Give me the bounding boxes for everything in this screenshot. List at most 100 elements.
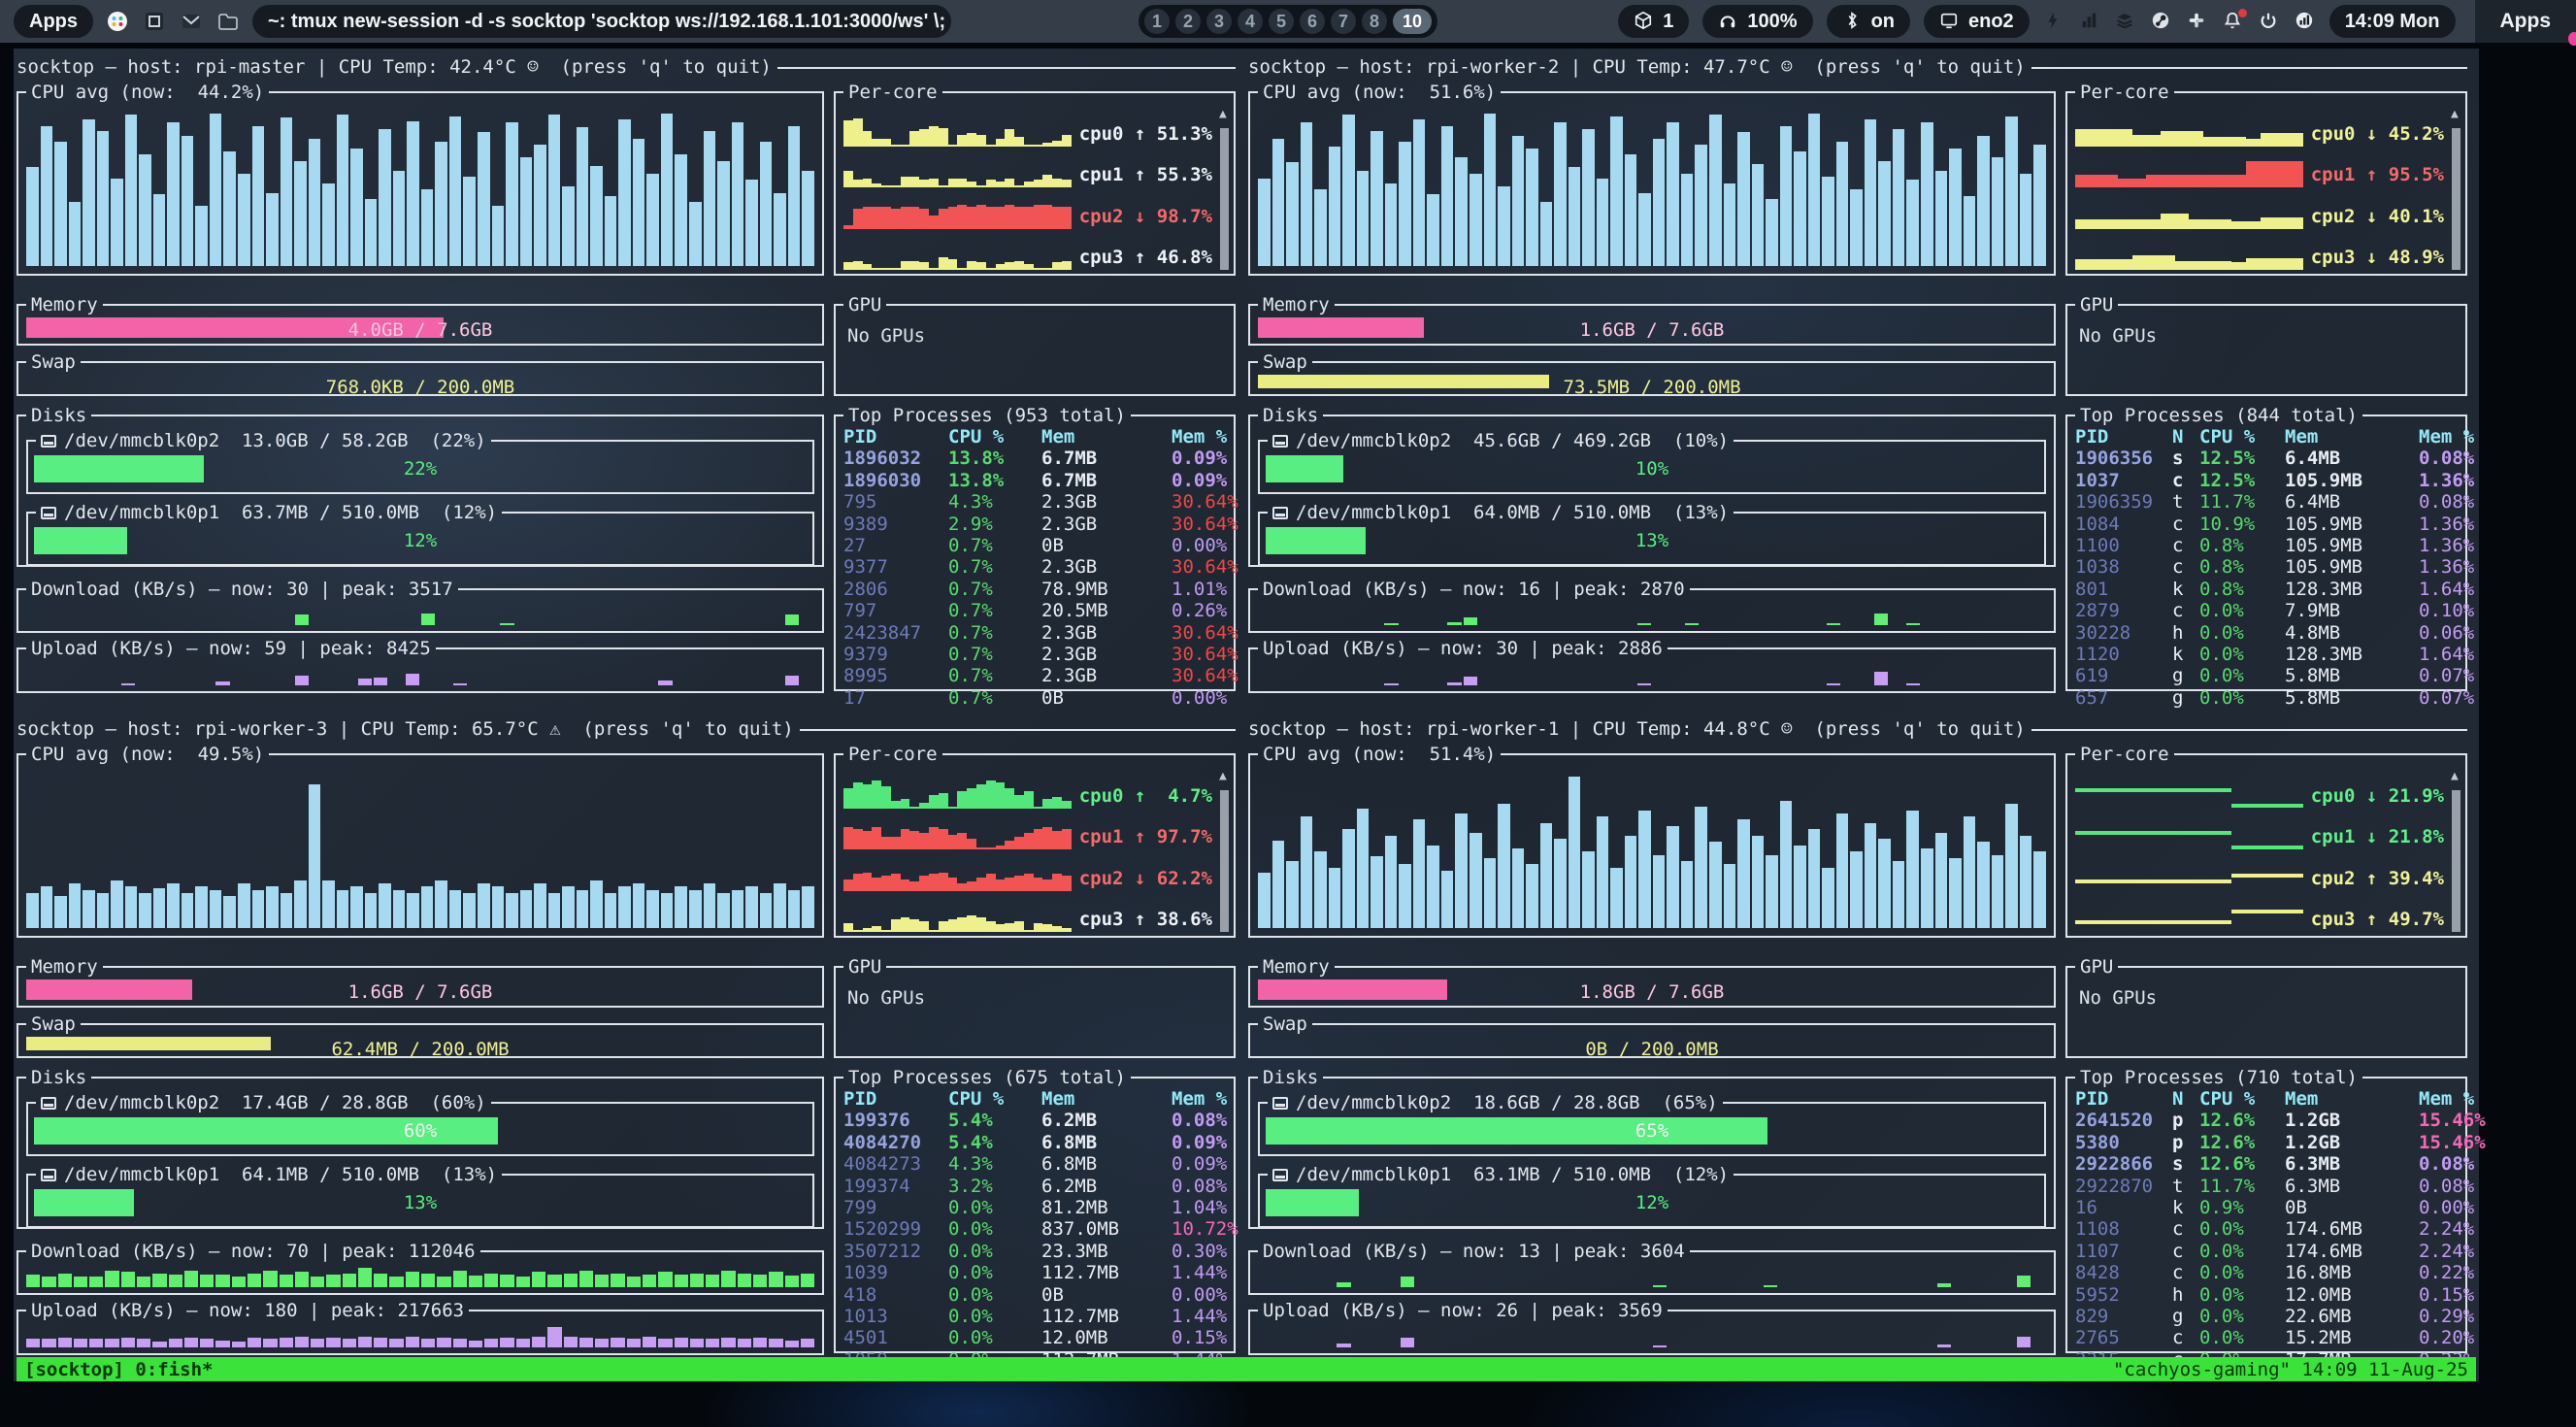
window-title[interactable]: ~: tmux new-session -d -s socktop 'sockt… [252,5,951,38]
disk-box: /dev/mmcblk0p1 63.7MB / 510.0MB (12%) 12… [26,502,814,566]
socktop-pane[interactable]: socktop — host: rpi-master | CPU Temp: 4… [17,54,1238,695]
process-table-header: PIDNCPU %MemMem % [2075,1088,2461,1110]
tmux-session-label[interactable]: [socktop] 0:fish* [24,1359,213,1380]
swap-box: Swap 73.5MB / 200.0MB [1248,351,2056,396]
slack-icon[interactable] [107,11,128,32]
scrollbar-thumb[interactable] [1220,128,1229,270]
workspace-3[interactable]: 3 [1206,9,1232,34]
swap-label: Swap [26,351,81,373]
disk-percent: 13% [1266,527,2038,554]
disk-usage-bar: 13% [34,1189,807,1216]
scrollbar[interactable]: ▲ [1218,769,1232,932]
chart-icon[interactable] [2295,11,2316,32]
per-core-label: Per-core [2075,82,2174,103]
disk-label: /dev/mmcblk0p1 64.0MB / 510.0MB (13%) [1296,502,1729,523]
workspace-6[interactable]: 6 [1300,9,1325,34]
power-icon[interactable] [2259,11,2280,32]
scrollbar[interactable]: ▲ [1218,107,1232,270]
socktop-pane[interactable]: socktop — host: rpi-worker-2 | CPU Temp:… [1248,54,2469,695]
gpu-status: No GPUs [2067,978,2465,1018]
scrollbar-thumb[interactable] [2452,128,2460,270]
memory-label: Memory [1258,956,1335,978]
cpu-avg-box: CPU avg (now: 51.6%) [1248,82,2056,276]
scrollbar[interactable]: ▲ [2450,769,2463,932]
bell-icon[interactable] [2223,11,2244,32]
disks-box: Disks /dev/mmcblk0p2 13.0GB / 58.2GB (22… [17,405,824,567]
process-row: 10390.0%112.7MB1.44% [843,1262,1230,1283]
scrollbar-thumb[interactable] [1220,790,1229,932]
volume-pill[interactable]: 100% [1702,5,1812,38]
per-core-value: cpu3 ↑ 49.7% [2311,909,2444,930]
gpu-label: GPU [843,956,886,978]
disk-label: /dev/mmcblk0p2 18.6GB / 28.8GB (65%) [1296,1092,1718,1113]
download-chart [1258,1264,2046,1287]
process-row: 1037c12.5%105.9MB1.36% [2075,470,2461,491]
layers-icon[interactable] [2115,11,2136,32]
files-icon[interactable] [217,11,239,32]
disk-box: /dev/mmcblk0p2 13.0GB / 58.2GB (22%) 22% [26,430,814,494]
per-core-box: Per-core cpu0 ↓ 21.9%cpu1 ↓ 21.8%cpu2 ↑ … [2065,744,2467,938]
workspace-5[interactable]: 5 [1269,9,1294,34]
scrollbar-thumb[interactable] [2452,790,2460,932]
process-row: 2641520p12.6%1.2GB15.46% [2075,1110,2461,1131]
eq-bars-icon[interactable] [2079,11,2100,32]
scroll-up-icon[interactable]: ▲ [2451,107,2459,121]
disk-label: /dev/mmcblk0p2 45.6GB / 469.2GB (10%) [1296,430,1729,451]
terminal-window[interactable]: socktop — host: rpi-master | CPU Temp: 4… [14,49,2479,1381]
per-core-value: cpu2 ↓ 40.1% [2311,206,2444,227]
gpu-label: GPU [843,294,886,315]
disk-icon [41,507,56,519]
tmux-status-bar: [socktop] 0:fish* "cachyos-gaming" 14:09… [17,1357,2476,1381]
process-row: 40842705.4%6.8MB0.09% [843,1132,1230,1153]
upload-chart [26,661,814,685]
apps-button-right[interactable]: Apps [2475,0,2576,43]
bolt-icon[interactable] [2043,11,2064,32]
gpu-label: GPU [2075,294,2118,315]
process-row: 801k0.8%128.3MB1.64% [2075,579,2461,600]
slack-tray-icon[interactable] [2187,11,2208,32]
download-label: Download (KB/s) — now: 13 | peak: 3604 [1258,1241,1690,1262]
disk-percent: 60% [34,1117,807,1145]
socktop-pane[interactable]: socktop — host: rpi-worker-1 | CPU Temp:… [1248,716,2469,1357]
download-box: Download (KB/s) — now: 30 | peak: 3517 [17,579,824,633]
workspace-2[interactable]: 2 [1175,9,1201,34]
clock[interactable]: 14:09 Mon [2329,5,2456,38]
scrollbar[interactable]: ▲ [2450,107,2463,270]
per-core-rows: cpu0 ↑ 51.3%cpu1 ↑ 55.3%cpu2 ↓ 98.7%cpu3… [843,105,1212,270]
gpu-box: GPU No GPUs [834,956,1236,1058]
disk-icon [1272,435,1288,448]
disk-percent: 10% [1266,455,2038,482]
per-core-label: Per-core [843,744,942,765]
pane-title: socktop — host: rpi-worker-1 | CPU Temp:… [1248,716,2467,742]
per-core-row: cpu2 ↓ 98.7% [843,187,1212,229]
workspace-8[interactable]: 8 [1362,9,1387,34]
process-table: PIDNCPU %MemMem %2641520p12.6%1.2GB15.46… [2075,1088,2461,1347]
mail-icon[interactable] [181,11,202,32]
scroll-up-icon[interactable]: ▲ [1219,107,1227,121]
socktop-pane[interactable]: socktop — host: rpi-worker-3 | CPU Temp:… [17,716,1238,1357]
window-icon[interactable] [144,11,165,32]
scroll-up-icon[interactable]: ▲ [2451,769,2459,783]
process-row: 16k0.9%0B0.00% [2075,1197,2461,1218]
workspace-1[interactable]: 1 [1144,9,1170,34]
memory-value: 1.6GB / 7.6GB [26,979,814,1000]
disk-label: /dev/mmcblk0p1 64.1MB / 510.0MB (13%) [64,1164,497,1185]
network-pill[interactable]: eno2 [1924,5,2030,38]
window-count-pill[interactable]: 1 [1618,5,1689,38]
workspace-7[interactable]: 7 [1331,9,1356,34]
pane-title-rule [800,729,1236,731]
apps-button[interactable]: Apps [14,5,93,38]
scroll-up-icon[interactable]: ▲ [1219,769,1227,783]
process-row: 35072120.0%23.3MB0.30% [843,1241,1230,1262]
memory-label: Memory [26,956,103,978]
workspace-4[interactable]: 4 [1238,9,1263,34]
workspace-10[interactable]: 10 [1393,9,1432,34]
process-row: 5952h0.0%12.0MB0.15% [2075,1284,2461,1306]
cpu-avg-chart [26,769,814,928]
process-row: 45010.0%12.0MB0.15% [843,1327,1230,1348]
steam-icon[interactable] [2151,11,2172,32]
bluetooth-pill[interactable]: on [1827,5,1910,38]
download-box: Download (KB/s) — now: 70 | peak: 112046 [17,1241,824,1295]
pane-title-text: socktop — host: rpi-master | CPU Temp: 4… [17,56,772,78]
process-table-header: PIDCPU %MemMem % [843,1088,1230,1110]
